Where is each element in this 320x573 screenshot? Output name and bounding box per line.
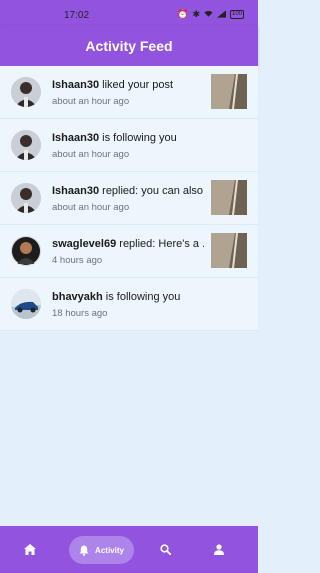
feed-item-text: Ishaan30 is following you about an hour … (52, 132, 204, 160)
feed-item-message: swaglevel69 replied: Here's a ... (52, 238, 204, 250)
feed-item-timestamp: about an hour ago (52, 202, 130, 213)
signal-icon (216, 9, 226, 20)
feed-item[interactable]: swaglevel69 replied: Here's a ... 4 hour… (0, 225, 258, 278)
bottom-nav: Activity (0, 526, 258, 573)
feed-item[interactable]: Ishaan30 liked your post about an hour a… (0, 66, 258, 119)
feed-item-username[interactable]: swaglevel69 (52, 238, 116, 250)
bluetooth-icon: ✱ (192, 9, 200, 19)
feed-item-text: Ishaan30 replied: you can also ... about… (52, 185, 204, 213)
nav-home-button[interactable] (21, 540, 39, 558)
post-thumbnail[interactable] (211, 233, 247, 268)
feed-item-action: replied: Here's a ... (116, 238, 204, 250)
feed-item[interactable]: bhavyakh is following you 18 hours ago (0, 278, 258, 331)
feed-item-action: is following you (99, 132, 177, 144)
feed-item-action: liked your post (99, 79, 174, 91)
nav-activity-label: Activity (95, 545, 124, 555)
alarm-icon: ⏰ (177, 9, 189, 19)
feed-item-timestamp: 4 hours ago (52, 255, 103, 266)
feed-item-message: Ishaan30 is following you (52, 132, 204, 144)
feed-item-message: Ishaan30 liked your post (52, 79, 204, 91)
feed-item-username[interactable]: bhavyakh (52, 291, 103, 303)
feed-item-username[interactable]: Ishaan30 (52, 79, 99, 91)
avatar[interactable] (11, 77, 41, 107)
feed-item-message: bhavyakh is following you (52, 291, 204, 303)
feed-item-username[interactable]: Ishaan30 (52, 132, 99, 144)
nav-activity-button[interactable]: Activity (69, 536, 134, 564)
home-icon (24, 543, 36, 555)
feed-item-username[interactable]: Ishaan30 (52, 185, 99, 197)
post-thumbnail[interactable] (211, 180, 247, 215)
battery-icon: 100 (229, 10, 244, 19)
avatar[interactable] (11, 236, 41, 266)
post-thumbnail[interactable] (211, 74, 247, 109)
feed-item[interactable]: Ishaan30 is following you about an hour … (0, 119, 258, 172)
feed-item-text: swaglevel69 replied: Here's a ... 4 hour… (52, 238, 204, 266)
feed-item-timestamp: about an hour ago (52, 96, 130, 107)
feed-item-timestamp: about an hour ago (52, 149, 130, 160)
feed-item-message: Ishaan30 replied: you can also ... (52, 185, 204, 197)
nav-profile-button[interactable] (210, 540, 228, 558)
activity-feed-list: Ishaan30 liked your post about an hour a… (0, 66, 258, 331)
app-header: Activity Feed (0, 26, 258, 66)
bell-icon (79, 545, 89, 556)
avatar[interactable] (11, 289, 41, 319)
feed-item-action: replied: you can also ... (99, 185, 204, 197)
person-icon (214, 543, 224, 555)
avatar[interactable] (11, 130, 41, 160)
status-icons: ⏰ ✱ 100 (177, 9, 244, 20)
status-time: 17:02 (64, 10, 90, 21)
feed-item-action: is following you (102, 291, 181, 303)
feed-item-text: bhavyakh is following you 18 hours ago (52, 291, 204, 319)
avatar[interactable] (11, 183, 41, 213)
page-title: Activity Feed (85, 38, 173, 54)
status-bar: 17:02 ⏰ ✱ 100 (0, 0, 258, 26)
nav-search-button[interactable] (156, 540, 174, 558)
wifi-icon (204, 10, 213, 20)
feed-item-text: Ishaan30 liked your post about an hour a… (52, 79, 204, 107)
feed-item-timestamp: 18 hours ago (52, 308, 108, 319)
feed-item[interactable]: Ishaan30 replied: you can also ... about… (0, 172, 258, 225)
search-icon (159, 543, 171, 555)
